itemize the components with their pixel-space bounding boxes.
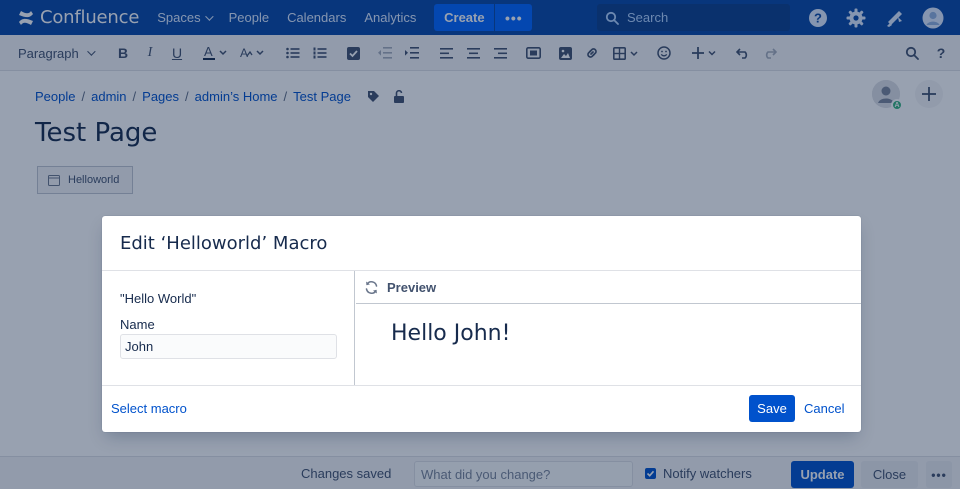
refresh-icon[interactable] — [364, 280, 379, 295]
save-button[interactable]: Save — [749, 395, 795, 422]
cancel-link[interactable]: Cancel — [804, 401, 844, 416]
select-macro-link[interactable]: Select macro — [111, 401, 187, 416]
preview-header: Preview — [356, 271, 861, 304]
macro-preview-output: Hello John! — [391, 321, 511, 346]
dialog-title: Edit ‘Helloworld’ Macro — [120, 233, 328, 254]
name-field-label: Name — [120, 317, 155, 332]
preview-label: Preview — [387, 279, 437, 295]
edit-macro-dialog: Edit ‘Helloworld’ Macro "Hello World" Na… — [102, 216, 861, 432]
dialog-body: "Hello World" Name Preview Hello John! — [102, 270, 861, 386]
macro-description: "Hello World" — [120, 291, 197, 306]
macro-parameters-pane: "Hello World" Name — [102, 271, 355, 385]
name-field[interactable] — [120, 334, 337, 359]
